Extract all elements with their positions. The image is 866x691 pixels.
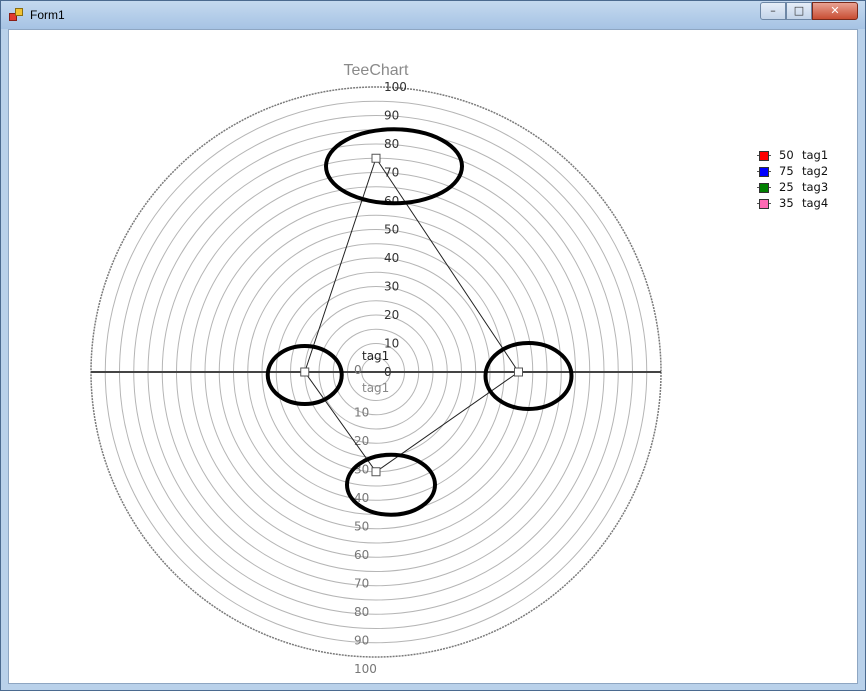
tick-label-upper: 100 [384, 80, 407, 94]
window-title: Form1 [30, 8, 65, 22]
tick-label-lower: 80 [354, 605, 369, 619]
legend-label: tag1 [802, 148, 829, 162]
tick-label-upper: 60 [384, 194, 399, 208]
legend-label: tag2 [802, 164, 829, 178]
tick-label-lower: 70 [354, 577, 369, 591]
tick-label-lower: 20 [354, 434, 369, 448]
legend-item: 35 tag4 [757, 196, 847, 212]
tick-label-upper: 30 [384, 280, 399, 294]
legend-value: 35 [779, 196, 794, 210]
tick-label-upper: 50 [384, 223, 399, 237]
app-window: Form1 – □ ✕ TeeChart 100 90 80 70 60 50 40 30 20 1… [0, 0, 866, 691]
chart-title: TeeChart [344, 62, 409, 79]
chart-client-area: TeeChart 100 90 80 70 60 50 40 30 20 10 0 0 10 20 30 40 5… [8, 29, 858, 684]
maximize-button[interactable]: □ [786, 2, 812, 20]
radar-chart: TeeChart10090807060504030201000102030405… [90, 62, 662, 676]
legend-swatch [759, 167, 769, 177]
data-point-marker [371, 467, 381, 477]
legend-label: tag3 [802, 180, 829, 194]
close-button[interactable]: ✕ [812, 2, 858, 20]
center-label-upper: tag1 [362, 349, 389, 363]
tick-label-lower: 60 [354, 548, 369, 562]
legend-swatch [759, 183, 769, 193]
tick-label-lower: 90 [354, 634, 369, 648]
tick-label-lower: 0 [354, 363, 362, 377]
tick-label-upper: 70 [384, 166, 399, 180]
legend-item: 50 tag1 [757, 148, 847, 164]
tick-label-lower: 50 [354, 520, 369, 534]
tick-label-upper: 90 [384, 109, 399, 123]
legend-label: tag4 [802, 196, 829, 210]
legend-value: 25 [779, 180, 794, 194]
title-bar[interactable]: Form1 – □ ✕ [1, 1, 865, 29]
data-point-marker [300, 367, 310, 377]
app-icon [9, 8, 23, 21]
tick-label-lower: 10 [354, 406, 369, 420]
highlight-ellipse [483, 341, 574, 411]
tick-label-upper: 20 [384, 308, 399, 322]
center-label-lower: tag1 [362, 381, 389, 395]
data-point-marker [371, 153, 381, 163]
tick-label-lower: 100 [354, 662, 377, 676]
legend-value: 50 [779, 148, 794, 162]
legend-item: 75 tag2 [757, 164, 847, 180]
data-point-marker [514, 367, 523, 377]
tick-label-upper: 40 [384, 251, 399, 265]
chart-legend: 50 tag1 75 tag2 25 tag3 35 tag4 [757, 148, 847, 212]
legend-swatch [759, 151, 769, 161]
legend-item: 25 tag3 [757, 180, 847, 196]
legend-value: 75 [779, 164, 794, 178]
tick-label-upper: 80 [384, 137, 399, 151]
minimize-button[interactable]: – [760, 2, 786, 20]
tick-label-upper: 0 [384, 365, 392, 379]
legend-swatch [759, 199, 769, 209]
